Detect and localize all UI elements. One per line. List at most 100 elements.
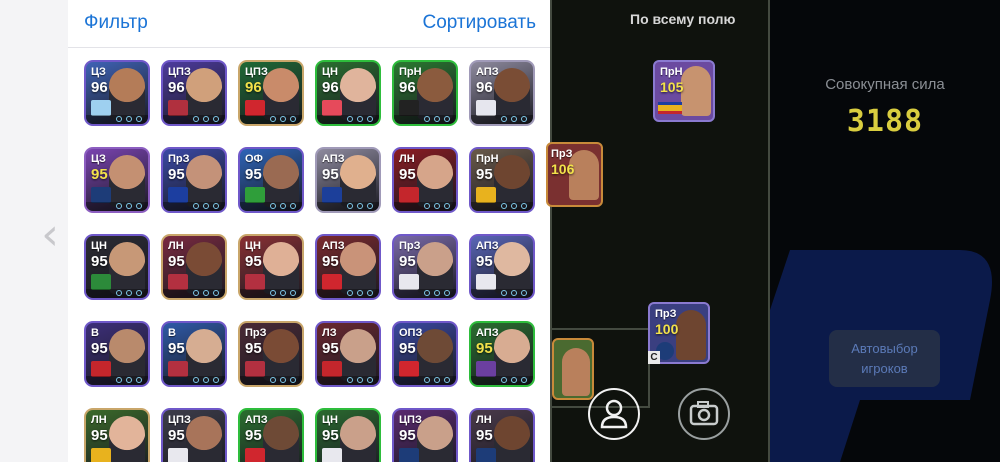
player-card[interactable]: АПЗ 95 <box>469 234 535 300</box>
player-card[interactable]: ЛЗ 95 <box>315 321 381 387</box>
pitch-player-card[interactable]: ПрЗ 106 <box>546 142 603 207</box>
player-card[interactable]: ЦПЗ 95 <box>392 408 458 462</box>
player-rating: 95 <box>245 427 262 444</box>
player-rating: 100 <box>655 321 679 337</box>
player-position: ЦПЗ <box>168 66 191 78</box>
club-badge-icon <box>399 274 419 290</box>
player-portrait <box>417 329 453 381</box>
player-position: ЦН <box>245 240 261 252</box>
player-card[interactable]: ЦПЗ 95 <box>161 408 227 462</box>
skill-dot-icon <box>126 290 132 296</box>
player-position: ПрЗ <box>399 240 421 252</box>
skill-dot-icon <box>357 203 363 209</box>
player-position: ПрЗ <box>551 148 573 160</box>
player-card[interactable]: ПрЗ 95 <box>392 234 458 300</box>
skill-dot-icon <box>511 377 517 383</box>
skill-dot-icon <box>280 377 286 383</box>
player-portrait <box>263 329 299 381</box>
player-position: В <box>91 327 99 339</box>
pitch-player-card[interactable] <box>552 338 594 400</box>
camera-button[interactable] <box>678 388 730 440</box>
player-position: АПЗ <box>245 414 268 426</box>
pitch-player-card[interactable]: ПрН 105 <box>653 60 715 122</box>
player-card[interactable]: АПЗ 95 <box>238 408 304 462</box>
card-footer <box>394 115 456 124</box>
player-position: ЛН <box>476 414 492 426</box>
player-card[interactable]: ЦЗ 96 <box>84 60 150 126</box>
skill-dot-icon <box>136 203 142 209</box>
player-position: ПрН <box>399 66 422 78</box>
player-rating: 105 <box>660 79 684 95</box>
player-card[interactable]: ПрН 95 <box>469 147 535 213</box>
sort-button[interactable]: Сортировать <box>422 12 536 34</box>
player-rating: 95 <box>168 166 185 183</box>
club-badge-icon <box>476 361 496 377</box>
auto-select-button[interactable]: Автовыбор игроков <box>829 330 940 387</box>
skill-dot-icon <box>367 203 373 209</box>
player-card[interactable]: АПЗ 95 <box>315 147 381 213</box>
club-badge-icon <box>245 448 265 462</box>
player-portrait <box>186 242 222 294</box>
player-card[interactable]: В 95 <box>161 321 227 387</box>
player-card[interactable]: АПЗ 96 <box>469 60 535 126</box>
player-portrait <box>562 348 590 396</box>
player-portrait <box>186 68 222 120</box>
pitch-title: По всему полю <box>630 11 736 27</box>
player-card-body: ПрЗ 95 <box>240 323 302 385</box>
player-card[interactable]: АПЗ 95 <box>469 321 535 387</box>
player-card[interactable]: ЛН 95 <box>392 147 458 213</box>
player-card[interactable]: ПрЗ 95 <box>238 321 304 387</box>
filter-button[interactable]: Фильтр <box>84 12 148 34</box>
player-card[interactable]: ЛН 95 <box>469 408 535 462</box>
player-card[interactable]: ЦПЗ 96 <box>238 60 304 126</box>
player-rating: 95 <box>399 427 416 444</box>
player-card[interactable]: ЛН 95 <box>84 408 150 462</box>
player-position: ЦПЗ <box>168 414 191 426</box>
player-portrait <box>263 242 299 294</box>
chevron-left-icon[interactable]: ‹ <box>36 212 64 258</box>
player-card[interactable]: ПрЗ 95 <box>161 147 227 213</box>
player-card[interactable]: ЦН 95 <box>238 234 304 300</box>
player-card[interactable]: ЦПЗ 96 <box>161 60 227 126</box>
player-card[interactable]: ПрН 96 <box>392 60 458 126</box>
player-card-body: АПЗ 95 <box>471 236 533 298</box>
card-footer <box>86 202 148 211</box>
player-position: ЦН <box>91 240 107 252</box>
card-footer <box>471 289 533 298</box>
skill-dot-icon <box>203 377 209 383</box>
skill-dot-icon <box>511 290 517 296</box>
player-card[interactable]: ЛН 95 <box>161 234 227 300</box>
skill-dot-icon <box>347 116 353 122</box>
player-card-body: ОФ 95 <box>240 149 302 211</box>
player-rating: 95 <box>322 340 339 357</box>
player-card[interactable]: ОПЗ 95 <box>392 321 458 387</box>
player-card[interactable]: ЦН 96 <box>315 60 381 126</box>
player-rating: 95 <box>322 253 339 270</box>
profile-icon <box>600 399 628 429</box>
player-position: АПЗ <box>322 153 345 165</box>
player-position: ЛН <box>399 153 415 165</box>
card-footer <box>163 202 225 211</box>
skill-dot-icon <box>521 290 527 296</box>
skill-dot-icon <box>213 203 219 209</box>
player-card[interactable]: ЦН 95 <box>84 234 150 300</box>
player-portrait <box>263 416 299 462</box>
player-card-body: ЦПЗ 96 <box>240 62 302 124</box>
card-footer <box>471 202 533 211</box>
player-card[interactable]: В 95 <box>84 321 150 387</box>
player-card-body: В 95 <box>86 323 148 385</box>
player-card[interactable]: ЦЗ 95 <box>84 147 150 213</box>
player-position: ЦН <box>322 66 338 78</box>
player-position: ОПЗ <box>399 327 423 339</box>
player-card[interactable]: АПЗ 95 <box>315 234 381 300</box>
player-rating: 95 <box>91 427 108 444</box>
player-card[interactable]: ОФ 95 <box>238 147 304 213</box>
skill-dot-icon <box>347 377 353 383</box>
skill-dot-icon <box>213 377 219 383</box>
player-card[interactable]: ЦН 95 <box>315 408 381 462</box>
skill-dot-icon <box>434 290 440 296</box>
player-rating: 95 <box>245 166 262 183</box>
profile-button[interactable] <box>588 388 640 440</box>
player-rating: 95 <box>476 166 493 183</box>
card-footer <box>86 289 148 298</box>
